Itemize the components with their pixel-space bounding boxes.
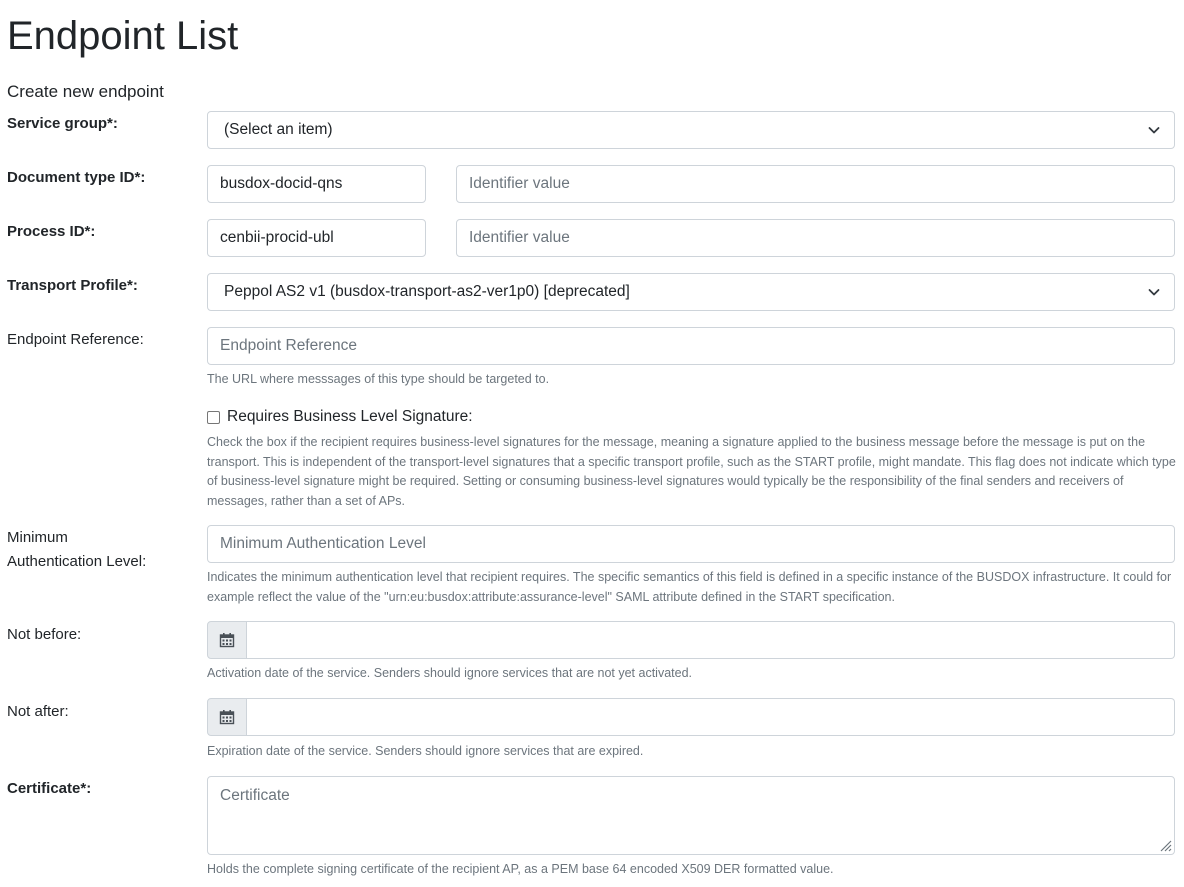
process-value-input[interactable] — [456, 219, 1175, 257]
min-auth-hint: Indicates the minimum authentication lev… — [207, 570, 1172, 604]
chevron-down-icon — [1148, 289, 1160, 296]
business-signature-hint: Check the box if the recipient requires … — [207, 435, 1176, 508]
certificate-hint: Holds the complete signing certificate o… — [207, 862, 834, 876]
business-signature-checkbox[interactable] — [207, 410, 220, 424]
form-subtitle: Create new endpoint — [7, 82, 164, 101]
endpoint-reference-hint: The URL where messsages of this type sho… — [207, 372, 550, 386]
calendar-icon — [219, 710, 235, 725]
not-after-input[interactable] — [247, 698, 1175, 736]
process-scheme-input[interactable] — [207, 219, 426, 257]
certificate-textarea[interactable] — [207, 776, 1175, 855]
transport-profile-selected: Peppol AS2 v1 (busdox-transport-as2-ver1… — [224, 283, 630, 300]
document-type-label: Document type ID*: — [7, 169, 146, 186]
process-id-label: Process ID*: — [7, 223, 96, 240]
document-type-scheme-input[interactable] — [207, 165, 426, 203]
certificate-label: Certificate*: — [7, 780, 92, 797]
not-before-calendar-button[interactable] — [207, 621, 247, 659]
min-auth-label-line1: Minimum — [7, 529, 68, 546]
not-after-calendar-button[interactable] — [207, 698, 247, 736]
calendar-icon — [219, 633, 235, 648]
not-before-hint: Activation date of the service. Senders … — [207, 666, 692, 680]
not-before-input[interactable] — [247, 621, 1175, 659]
endpoint-reference-input[interactable] — [207, 327, 1175, 365]
min-auth-input[interactable] — [207, 525, 1175, 563]
not-after-hint: Expiration date of the service. Senders … — [207, 744, 644, 758]
service-group-label: Service group*: — [7, 115, 118, 132]
service-group-select[interactable]: (Select an item) — [207, 111, 1175, 149]
min-auth-label-line2: Authentication Level: — [7, 553, 147, 570]
resize-handle-icon[interactable] — [1158, 838, 1172, 852]
endpoint-reference-label: Endpoint Reference: — [7, 331, 144, 348]
chevron-down-icon — [1148, 127, 1160, 134]
page-title: Endpoint List — [7, 14, 239, 58]
document-type-value-input[interactable] — [456, 165, 1175, 203]
service-group-selected: (Select an item) — [224, 121, 333, 138]
business-signature-label: Requires Business Level Signature: — [227, 408, 473, 425]
not-after-label: Not after: — [7, 703, 69, 720]
not-before-label: Not before: — [7, 626, 82, 643]
business-signature-row[interactable]: Requires Business Level Signature: — [207, 406, 473, 428]
transport-profile-label: Transport Profile*: — [7, 277, 138, 294]
transport-profile-select[interactable]: Peppol AS2 v1 (busdox-transport-as2-ver1… — [207, 273, 1175, 311]
